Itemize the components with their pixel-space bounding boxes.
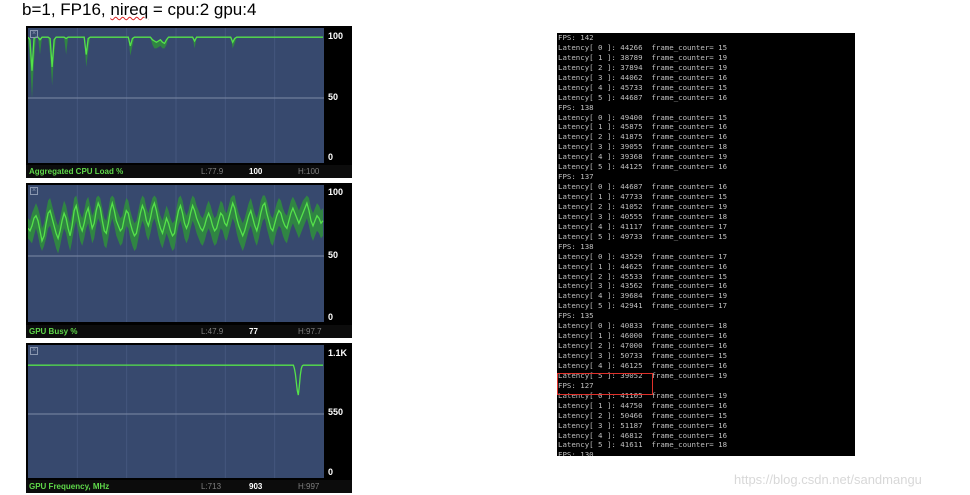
- console-line: FPS: 142: [558, 33, 594, 42]
- close-icon[interactable]: ×: [30, 187, 38, 195]
- y-label-bottom: 0: [328, 312, 334, 322]
- console-line: Latency[ 3 ]: 44062 frame_counter= 16: [558, 72, 728, 82]
- caption-prefix: b=1, FP16,: [22, 0, 111, 19]
- console-line: Latency[ 2 ]: 50466 frame_counter= 15: [558, 410, 728, 420]
- console-line: Latency[ 4 ]: 39684 frame_counter= 19: [558, 291, 728, 301]
- monitor-footer: GPU Frequency, MHz L:713 903 H:997: [26, 480, 352, 493]
- caption-nireq: nireq: [110, 0, 149, 19]
- console-line: Latency[ 1 ]: 47733 frame_counter= 15: [558, 192, 728, 201]
- console-line: Latency[ 2 ]: 47000 frame_counter= 16: [558, 341, 728, 351]
- console-line: Latency[ 3 ]: 50733 frame_counter= 15: [558, 351, 728, 360]
- monitor-current: 903: [249, 482, 263, 491]
- console-line: FPS: 138: [558, 102, 594, 112]
- monitor-high: H:997: [298, 482, 320, 491]
- console-window: FPS: 142 Latency[ 0 ]: 44266 frame_count…: [557, 33, 855, 456]
- console-line: Latency[ 0 ]: 44687 frame_counter= 16: [558, 182, 728, 192]
- console-line: Latency[ 5 ]: 44125 frame_counter= 16: [558, 162, 728, 172]
- y-label-bottom: 0: [328, 467, 334, 477]
- console-line: Latency[ 3 ]: 39055 frame_counter= 18: [558, 142, 728, 152]
- monitor-low: L:77.9: [201, 167, 224, 176]
- console-line: Latency[ 2 ]: 41875 frame_counter= 16: [558, 132, 728, 142]
- monitor-name: GPU Busy %: [29, 327, 78, 336]
- console-line: Latency[ 1 ]: 38789 frame_counter= 19: [558, 52, 728, 62]
- caption: b=1, FP16, nireq = cpu:2 gpu:4: [22, 0, 256, 20]
- gpu-busy-plot: ×: [28, 185, 324, 322]
- monitor-current: 100: [249, 167, 263, 176]
- gpu-busy-monitor: × 100 50 0 GPU Busy % L:47.9 77 H:97.7: [26, 183, 352, 338]
- console-line: Latency[ 4 ]: 45733 frame_counter= 15: [558, 82, 728, 92]
- console-line: Latency[ 5 ]: 49733 frame_counter= 15: [558, 231, 728, 241]
- console-line: Latency[ 0 ]: 44266 frame_counter= 15: [558, 42, 728, 52]
- monitor-low: L:713: [201, 482, 222, 491]
- console-line: Latency[ 3 ]: 51187 frame_counter= 16: [558, 420, 728, 430]
- console-line: FPS: 130: [558, 450, 594, 456]
- y-label-top: 100: [328, 31, 344, 41]
- y-label-mid: 50: [328, 250, 339, 260]
- console-line: Latency[ 4 ]: 46125 frame_counter= 16: [558, 360, 728, 370]
- gpu-busy-graph: [28, 185, 324, 322]
- console-line: Latency[ 1 ]: 45875 frame_counter= 16: [558, 122, 728, 132]
- console-line: Latency[ 2 ]: 37894 frame_counter= 19: [558, 62, 728, 72]
- console-line: Latency[ 5 ]: 41611 frame_counter= 18: [558, 440, 728, 450]
- monitor-name: Aggregated CPU Load %: [29, 167, 124, 176]
- console-line: Latency[ 4 ]: 39368 frame_counter= 19: [558, 152, 728, 162]
- console-line: Latency[ 4 ]: 41117 frame_counter= 17: [558, 221, 728, 231]
- console-line: FPS: 135: [558, 311, 594, 321]
- console-line: Latency[ 2 ]: 45533 frame_counter= 15: [558, 271, 728, 281]
- monitor-high: H:97.7: [298, 327, 322, 336]
- gpu-frequency-monitor: × 1.1K 550 0 GPU Frequency, MHz L:713 90…: [26, 343, 352, 493]
- close-icon[interactable]: ×: [30, 347, 38, 355]
- console-line: Latency[ 3 ]: 43562 frame_counter= 16: [558, 281, 728, 291]
- monitor-footer: GPU Busy % L:47.9 77 H:97.7: [26, 325, 352, 338]
- console-line: FPS: 138: [558, 241, 594, 251]
- monitor-high: H:100: [298, 167, 320, 176]
- console-line: Latency[ 4 ]: 46812 frame_counter= 16: [558, 430, 728, 440]
- caption-suffix: = cpu:2 gpu:4: [148, 0, 257, 19]
- watermark: https://blog.csdn.net/sandmangu: [734, 472, 922, 487]
- y-label-mid: 550: [328, 407, 344, 417]
- gpu-frequency-plot: ×: [28, 345, 324, 478]
- monitor-name: GPU Frequency, MHz: [29, 482, 110, 491]
- monitor-current: 77: [249, 327, 258, 336]
- y-label-top: 100: [328, 187, 344, 197]
- y-label-top: 1.1K: [328, 348, 348, 358]
- highlight-box: [557, 373, 653, 395]
- monitor-low: L:47.9: [201, 327, 224, 336]
- y-label-bottom: 0: [328, 152, 334, 162]
- console-line: Latency[ 2 ]: 41052 frame_counter= 19: [558, 201, 728, 211]
- cpu-load-monitor: × 100 50 0 Aggregated CPU Load % L:77.9 …: [26, 26, 352, 178]
- console-line: Latency[ 3 ]: 40555 frame_counter= 18: [558, 211, 728, 221]
- console-line: Latency[ 1 ]: 44750 frame_counter= 16: [558, 400, 728, 410]
- cpu-load-plot: ×: [28, 28, 324, 163]
- console-line: Latency[ 0 ]: 40833 frame_counter= 18: [558, 321, 728, 331]
- console-line: FPS: 137: [558, 172, 594, 182]
- console-line: Latency[ 5 ]: 42941 frame_counter= 17: [558, 301, 728, 311]
- console-line: Latency[ 5 ]: 44687 frame_counter= 16: [558, 92, 728, 102]
- console-line: Latency[ 0 ]: 49400 frame_counter= 15: [558, 112, 728, 122]
- console-line: Latency[ 0 ]: 43529 frame_counter= 17: [558, 251, 728, 261]
- gpu-frequency-graph: [28, 345, 324, 478]
- console-line: Latency[ 1 ]: 44625 frame_counter= 16: [558, 261, 728, 271]
- console-line: Latency[ 1 ]: 46000 frame_counter= 16: [558, 331, 728, 341]
- monitor-footer: Aggregated CPU Load % L:77.9 100 H:100: [26, 165, 352, 178]
- cpu-load-graph: [28, 28, 324, 163]
- y-label-mid: 50: [328, 92, 339, 102]
- close-icon[interactable]: ×: [30, 30, 38, 38]
